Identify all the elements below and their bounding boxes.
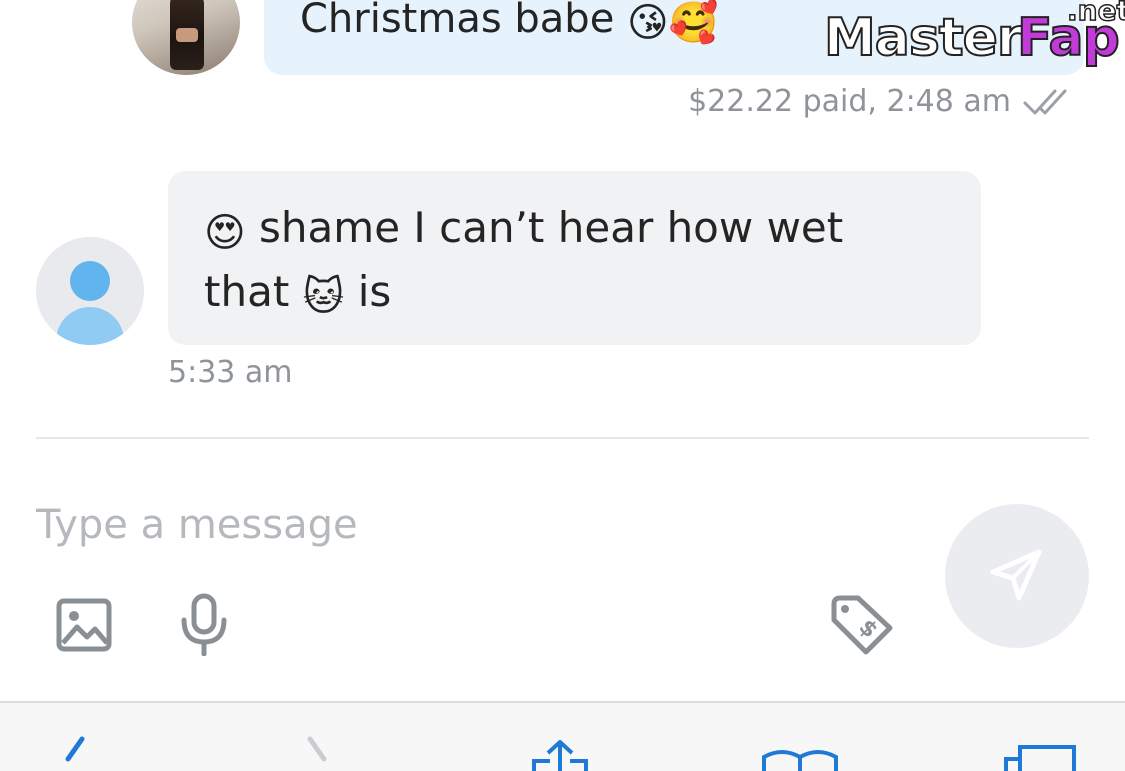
browser-bookmarks-button[interactable] bbox=[758, 747, 842, 771]
paper-plane-icon bbox=[990, 549, 1042, 601]
composer-divider bbox=[36, 437, 1089, 439]
sent-message-text-row: Christmas babe 😘🥰 bbox=[300, 0, 719, 46]
sent-message-meta: $22.22 paid, 2:48 am bbox=[688, 84, 1077, 119]
avatar-head-shape bbox=[70, 261, 110, 301]
microphone-icon bbox=[181, 593, 227, 656]
received-message-text-1: shame I can’t hear how wet bbox=[245, 203, 844, 252]
chat-screen: Christmas babe 😘🥰 Master Fap .net $22.22… bbox=[0, 0, 1125, 771]
browser-toolbar bbox=[0, 701, 1125, 771]
sent-message-text: Christmas babe bbox=[300, 0, 615, 42]
price-tag-icon: $ bbox=[831, 595, 893, 655]
send-button[interactable] bbox=[945, 504, 1089, 648]
attach-image-button[interactable] bbox=[52, 594, 116, 656]
set-price-button[interactable]: $ bbox=[826, 592, 896, 658]
tabs-icon bbox=[1004, 745, 1076, 771]
received-message-text-2: that bbox=[204, 267, 303, 316]
forward-icon bbox=[307, 736, 327, 762]
back-icon bbox=[65, 736, 85, 762]
sent-message-emojis: 😘🥰 bbox=[627, 0, 719, 46]
bookmarks-icon bbox=[762, 750, 838, 771]
received-message-bubble[interactable]: 😍 shame I can’t hear how wet that 🐱 is bbox=[168, 171, 981, 345]
avatar-body-shape bbox=[56, 307, 124, 345]
cat-emoji: 🐱 bbox=[302, 274, 345, 320]
watermark-logo: Master Fap .net bbox=[822, 0, 1125, 80]
received-message-time: 5:33 am bbox=[168, 355, 293, 390]
received-message-text-3: is bbox=[344, 267, 392, 316]
sent-message-price-time: $22.22 paid, 2:48 am bbox=[688, 84, 1011, 119]
message-input[interactable] bbox=[36, 490, 916, 560]
voice-message-button[interactable] bbox=[172, 590, 236, 658]
image-icon bbox=[56, 598, 112, 652]
browser-back-button[interactable] bbox=[40, 731, 100, 771]
heart-eyes-emoji: 😍 bbox=[204, 210, 246, 256]
browser-share-button[interactable] bbox=[522, 739, 598, 771]
sender-avatar[interactable] bbox=[132, 0, 240, 75]
browser-forward-button[interactable] bbox=[290, 731, 350, 771]
avatar-photo-detail bbox=[176, 28, 198, 42]
share-icon bbox=[532, 740, 588, 771]
user-avatar-placeholder[interactable] bbox=[36, 237, 144, 345]
received-message-line-2: that 🐱 is bbox=[204, 267, 391, 320]
double-check-icon bbox=[1023, 89, 1067, 114]
watermark-part-1: Master bbox=[823, 7, 1024, 69]
received-message-line-1: 😍 shame I can’t hear how wet bbox=[204, 203, 843, 256]
browser-tabs-button[interactable] bbox=[998, 743, 1082, 771]
watermark-part-3: .net bbox=[1066, 0, 1125, 28]
